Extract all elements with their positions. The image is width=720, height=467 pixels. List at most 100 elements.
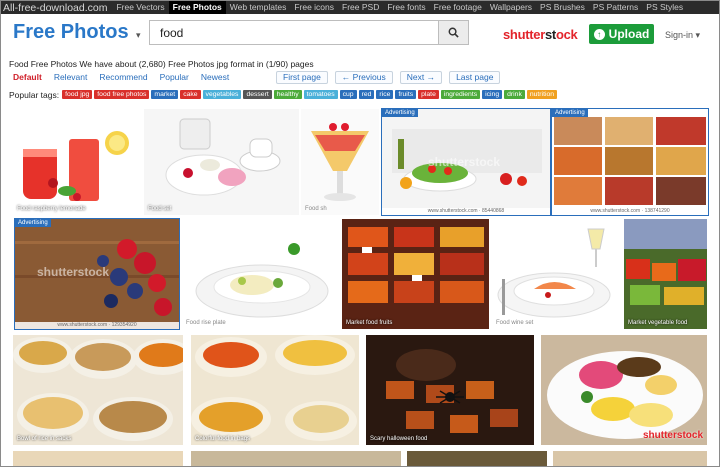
popular-tags: Popular tags: food jpg food free photos … (9, 89, 559, 100)
photo-caption: Food raspberry lemonade (17, 206, 86, 212)
popular-tags-label: Popular tags: (9, 89, 60, 100)
photo-food-wine-set[interactable]: Food wine set (492, 219, 621, 329)
nav-wallpapers[interactable]: Wallpapers (486, 1, 536, 14)
sort-recommend[interactable]: Recommend (93, 71, 153, 84)
tag-item[interactable]: plate (418, 90, 439, 99)
tag-item[interactable]: market (151, 90, 179, 99)
search-button[interactable] (438, 21, 468, 44)
chevron-down-icon[interactable]: ▾ (136, 30, 141, 41)
photo-image (195, 243, 329, 318)
tag-item[interactable]: fruits (395, 90, 417, 99)
nav-ps-styles[interactable]: PS Styles (642, 1, 687, 14)
tag-item[interactable]: icing (482, 90, 503, 99)
photo-caption: Colorful food in bags (195, 436, 251, 442)
photo-raspberry-lemonade[interactable]: Food raspberry lemonade (13, 109, 141, 215)
shutterstock-strip: www.shutterstock.com · 138741290 (552, 208, 708, 215)
ad-photo-berries[interactable]: Advertising shutterstock www.shutterstoc… (14, 218, 180, 330)
site-brand-link[interactable]: All-free-download.com (1, 2, 112, 14)
photo-caption: Food wine set (496, 320, 534, 326)
tag-item[interactable]: dessert (243, 90, 272, 99)
tag-item[interactable]: tomatoes (303, 90, 338, 99)
advertising-badge: Advertising (382, 109, 418, 117)
shutterstock-logo-part2: st (544, 27, 556, 42)
sort-bar: Default Relevant Recommend Popular Newes… (9, 71, 235, 84)
photo-caption: Scary halloween food (370, 436, 428, 442)
photo-scary-halloween-food[interactable]: Scary halloween food (366, 335, 534, 445)
photo-market-vegetable-food[interactable]: Market vegetable food (624, 219, 707, 329)
photo-caption: Market food fruits (346, 320, 393, 326)
nav-free-footage[interactable]: Free footage (430, 1, 486, 14)
nav-web-templates[interactable]: Web templates (226, 1, 291, 14)
nav-free-photos[interactable]: Free Photos (168, 1, 226, 14)
nav-ps-patterns[interactable]: PS Patterns (589, 1, 642, 14)
search-box (149, 20, 469, 45)
upload-label: Upload (608, 27, 650, 41)
shutterstock-logo[interactable]: shutterstock (503, 27, 578, 42)
upload-arrow-icon: ↑ (593, 28, 605, 40)
tag-item[interactable]: nutrition (526, 90, 558, 99)
photo-caption: Bowl of rice in sacks (17, 436, 72, 442)
photo-image (191, 335, 357, 441)
tag-item[interactable]: vegetables (202, 90, 242, 99)
photo-image (165, 118, 281, 196)
result-info: Food Free Photos We have about (2,680) F… (9, 59, 314, 69)
photo-food-sh[interactable]: Food sh (301, 109, 379, 215)
photo-image (311, 123, 369, 201)
photo-image (554, 117, 706, 205)
nav-free-fonts[interactable]: Free fonts (383, 1, 429, 14)
photo-caption: Food sh (305, 206, 327, 212)
watermark: shutterstock (428, 155, 501, 169)
watermark: shutterstock (37, 265, 110, 279)
search-input[interactable] (150, 21, 438, 44)
tag-item[interactable]: food jpg (62, 90, 93, 99)
sign-in-link[interactable]: Sign-in ▾ (665, 30, 700, 41)
shutterstock-strip: www.shutterstock.com · 129354920 (15, 322, 179, 329)
photo-food-rise-plate[interactable]: Food rise plate (182, 219, 339, 329)
advertising-badge: Advertising (15, 219, 51, 227)
photo-row4-d[interactable] (553, 451, 707, 466)
photo-market-food-fruits[interactable]: Market food fruits (342, 219, 489, 329)
sort-default[interactable]: Default (9, 71, 48, 84)
photo-colorful-food-bags[interactable]: Colorful food in bags (191, 335, 359, 445)
sort-popular[interactable]: Popular (154, 71, 195, 84)
header: Free Photos ▾ shutterstock ↑ Upload Sign… (1, 15, 719, 51)
tag-item[interactable]: food free photos (94, 90, 150, 99)
browser-frame: All-free-download.com Free Vectors Free … (0, 0, 720, 467)
tag-item[interactable]: ingredients (440, 90, 481, 99)
photo-caption: Food set (148, 206, 172, 212)
photo-rice-sacks[interactable]: Bowl of rice in sacks (13, 335, 183, 445)
nav-free-psd[interactable]: Free PSD (338, 1, 383, 14)
page-title[interactable]: Free Photos (13, 21, 129, 44)
photo-image (13, 337, 183, 441)
sort-newest[interactable]: Newest (195, 71, 235, 84)
nav-free-icons[interactable]: Free icons (290, 1, 338, 14)
previous-page-button[interactable]: ← Previous (334, 71, 393, 84)
tag-item[interactable]: rice (376, 90, 394, 99)
photo-image (624, 219, 707, 329)
first-page-button[interactable]: First page (276, 71, 328, 84)
photo-caption: shutterstock (642, 430, 703, 441)
search-icon (448, 27, 459, 38)
tag-item[interactable]: cake (180, 90, 201, 99)
next-page-button[interactable]: Next → (399, 71, 443, 84)
tag-item[interactable]: healthy (273, 90, 302, 99)
nav-free-vectors[interactable]: Free Vectors (112, 1, 168, 14)
photo-image (541, 335, 707, 445)
photo-image (366, 335, 534, 445)
photo-row4-c[interactable] (407, 451, 547, 466)
upload-button[interactable]: ↑ Upload (589, 24, 654, 44)
last-page-button[interactable]: Last page (449, 71, 501, 84)
sort-relevant[interactable]: Relevant (48, 71, 94, 84)
photo-row4-a[interactable] (13, 451, 183, 466)
nav-ps-brushes[interactable]: PS Brushes (536, 1, 589, 14)
photo-image (497, 228, 611, 318)
tag-item[interactable]: drink (504, 90, 525, 99)
photo-food-plate[interactable]: shutterstock (541, 335, 707, 445)
ad-photo-salad[interactable]: Advertising shutterstock www.shutterstoc… (381, 108, 551, 216)
photo-row4-b[interactable] (191, 451, 401, 466)
ad-photo-food-collage[interactable]: Advertising www.shutterstock.com · 13874… (551, 108, 709, 216)
tag-item[interactable]: red (358, 90, 375, 99)
tag-item[interactable]: cup (339, 90, 357, 99)
advertising-badge: Advertising (552, 109, 588, 117)
photo-food-set[interactable]: Food set (144, 109, 299, 215)
